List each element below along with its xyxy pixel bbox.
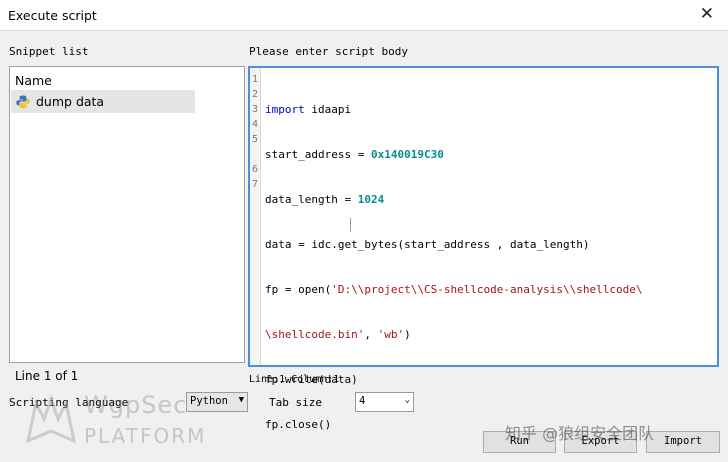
line-number: 3 <box>252 104 259 115</box>
chevron-down-icon: ▼ <box>238 395 244 405</box>
scripting-language-label: Scripting language <box>9 396 129 409</box>
editor-status: Line:1 Column:1 <box>249 374 340 385</box>
window-title: Execute script <box>8 8 97 23</box>
code-line: data_length = 1024 <box>265 193 385 206</box>
close-icon[interactable]: ✕ <box>700 4 714 24</box>
code-line: start_address = 0x140019C30 <box>265 148 444 161</box>
snippet-item-label: dump data <box>36 94 105 109</box>
snippet-list[interactable]: Name dump data <box>9 66 245 363</box>
column-header-name[interactable]: Name <box>11 68 195 91</box>
ibeam-cursor-icon <box>350 218 351 232</box>
line-number: 2 <box>252 89 259 100</box>
snippet-list-label: Snippet list <box>9 45 89 58</box>
scripting-language-select[interactable]: Python ▼ <box>186 392 248 412</box>
line-number: 1 <box>252 74 259 85</box>
line-number-gutter: 1 2 3 4 5 6 7 <box>250 68 261 365</box>
chevron-down-icon: ⌄ <box>404 395 410 405</box>
code-line: fp = open('D:\\project\\CS-shellcode-ana… <box>265 283 643 296</box>
zhihu-watermark: 知乎 @狼组安全团队 <box>505 424 655 443</box>
code-line: data = idc.get_bytes(start_address , dat… <box>265 238 590 251</box>
line-number: 5 <box>252 134 259 145</box>
line-number: 4 <box>252 119 259 130</box>
snippet-line-info: Line 1 of 1 <box>15 369 79 383</box>
snippet-item[interactable]: dump data <box>11 91 195 113</box>
tab-size-label: Tab size <box>269 396 322 409</box>
watermark-platform: PLATFORM <box>84 424 207 448</box>
tab-size-select[interactable]: 4 ⌄ <box>355 392 414 412</box>
code-line: \shellcode.bin', 'wb') <box>265 328 411 341</box>
code-line: import idaapi <box>265 103 352 116</box>
title-bar: Execute script ✕ <box>0 0 728 31</box>
line-number: 6 <box>252 164 259 175</box>
import-button[interactable]: Import <box>646 431 720 453</box>
python-icon <box>16 95 30 109</box>
script-body-label: Please enter script body <box>249 45 408 58</box>
script-editor[interactable]: 1 2 3 4 5 6 7 import idaapi start_addres… <box>248 66 719 431</box>
line-number: 7 <box>252 179 259 190</box>
